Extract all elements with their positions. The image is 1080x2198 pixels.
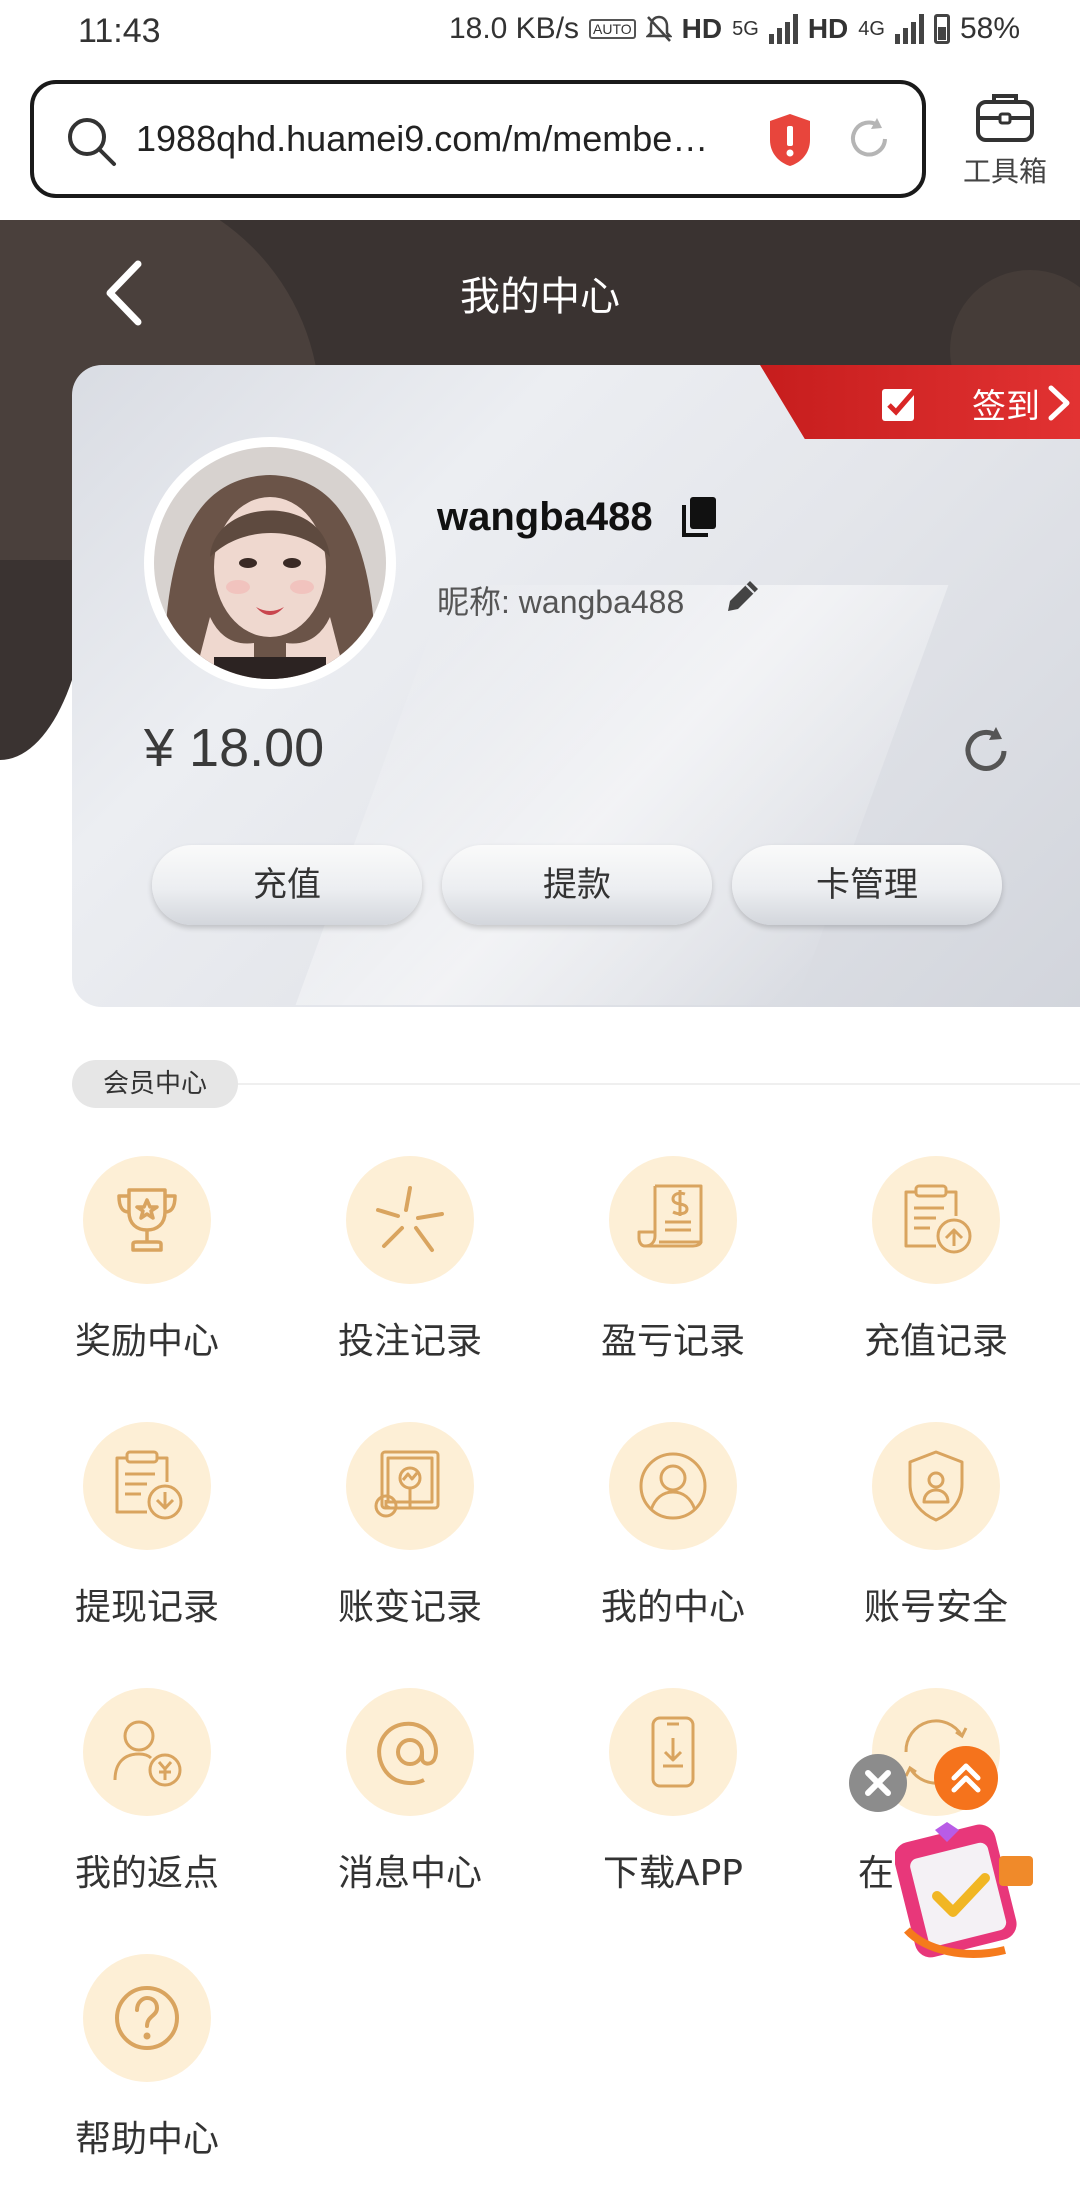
auto-hz-icon: AUTO bbox=[589, 19, 636, 39]
phone-download-icon bbox=[609, 1688, 737, 1816]
hd-badge-2: HD bbox=[807, 13, 849, 44]
url-text[interactable]: 1988qhd.huamei9.com/m/membe… bbox=[136, 118, 756, 160]
chevron-right-icon bbox=[1048, 385, 1070, 421]
close-float-button[interactable] bbox=[849, 1754, 907, 1812]
status-indicators: 18.0 KB/s AUTO HD 5G HD 4G 58% bbox=[449, 12, 1020, 46]
signin-promo-widget[interactable] bbox=[895, 1820, 1045, 1970]
toolbox-label: 工具箱 bbox=[962, 155, 1047, 188]
username: wangba488 bbox=[437, 495, 653, 539]
receipt-dollar-icon bbox=[609, 1156, 737, 1284]
status-time: 11:43 bbox=[78, 12, 161, 50]
grid-item-recharge-records[interactable]: 充值记录 bbox=[821, 1156, 1051, 1364]
grid-label: 我的返点 bbox=[74, 1853, 219, 1894]
avatar-image bbox=[154, 447, 386, 679]
page-title: 我的中心 bbox=[460, 274, 620, 320]
section-divider bbox=[238, 1083, 1080, 1085]
double-chevron-up-icon bbox=[951, 1763, 981, 1793]
balance-amount: ¥ 18.00 bbox=[144, 718, 325, 778]
question-circle-icon bbox=[83, 1954, 211, 2082]
signal-icon-2 bbox=[894, 14, 924, 44]
grid-label: 账变记录 bbox=[337, 1587, 482, 1628]
scroll-top-button[interactable] bbox=[934, 1746, 998, 1810]
status-bar: 11:43 18.0 KB/s AUTO HD 5G HD 4G 58% bbox=[0, 0, 1080, 66]
profile-card: 签到 wangba488 昵称: wangba488 ¥ 18.00 充值 提款… bbox=[72, 365, 1080, 1007]
grid-item-messages[interactable]: 消息中心 bbox=[295, 1688, 525, 1896]
refresh-icon[interactable] bbox=[960, 725, 1012, 777]
grid-label: 我的中心 bbox=[600, 1587, 745, 1628]
network-speed: 18.0 KB/s bbox=[448, 12, 580, 45]
network-4g: 4G bbox=[858, 17, 885, 40]
grid-label: 帮助中心 bbox=[74, 2119, 219, 2160]
grid-item-rewards[interactable]: 奖励中心 bbox=[32, 1156, 262, 1364]
grid-label: 账号安全 bbox=[863, 1587, 1008, 1628]
user-circle-icon bbox=[609, 1422, 737, 1550]
star-burst-icon bbox=[346, 1156, 474, 1284]
edit-pencil-icon[interactable] bbox=[724, 577, 762, 615]
grid-item-rebates[interactable]: 我的返点 bbox=[32, 1688, 262, 1896]
mute-bell-icon bbox=[645, 15, 672, 42]
grid-label: 奖励中心 bbox=[74, 1321, 219, 1362]
section-member-center: 会员中心 bbox=[72, 1060, 238, 1108]
signin-label: 签到 bbox=[972, 387, 1040, 427]
grid-label: 盈亏记录 bbox=[600, 1321, 745, 1362]
checkbox-icon bbox=[882, 387, 918, 421]
network-5g: 5G bbox=[732, 17, 759, 40]
signin-button[interactable]: 签到 bbox=[760, 365, 1080, 439]
clipboard-download-icon bbox=[83, 1422, 211, 1550]
battery-level: 58% bbox=[959, 12, 1020, 45]
toolbox-icon bbox=[976, 94, 1034, 142]
grid-item-withdraw-records[interactable]: 提现记录 bbox=[32, 1422, 262, 1630]
grid-item-my-center[interactable]: 我的中心 bbox=[558, 1422, 788, 1630]
withdraw-button[interactable]: 提款 bbox=[442, 845, 712, 925]
battery-icon bbox=[933, 14, 950, 44]
grid-item-account-changes[interactable]: 账变记录 bbox=[295, 1422, 525, 1630]
signal-icon-1 bbox=[768, 14, 798, 44]
security-warning-icon[interactable] bbox=[766, 112, 814, 168]
grid-item-profit-loss[interactable]: 盈亏记录 bbox=[558, 1156, 788, 1364]
copy-icon[interactable] bbox=[680, 495, 718, 539]
recharge-button[interactable]: 充值 bbox=[152, 845, 422, 925]
card-management-button[interactable]: 卡管理 bbox=[732, 845, 1002, 925]
close-icon bbox=[865, 1770, 891, 1796]
reload-icon[interactable] bbox=[844, 114, 894, 164]
nickname: 昵称: wangba488 bbox=[437, 584, 685, 620]
grid-item-bet-records[interactable]: 投注记录 bbox=[295, 1156, 525, 1364]
grid-label: 投注记录 bbox=[337, 1321, 482, 1362]
card-sheen bbox=[295, 585, 949, 1005]
avatar[interactable] bbox=[144, 437, 396, 689]
grid-label: 充值记录 bbox=[863, 1321, 1008, 1362]
page: 11:43 18.0 KB/s AUTO HD 5G HD 4G 58% 198… bbox=[0, 0, 1080, 2198]
grid-label: 提现记录 bbox=[74, 1587, 219, 1628]
grid-item-help-center[interactable]: 帮助中心 bbox=[32, 1954, 262, 2162]
hd-badge-1: HD bbox=[681, 13, 723, 44]
clipboard-upload-icon bbox=[872, 1156, 1000, 1284]
grid-item-account-security[interactable]: 账号安全 bbox=[821, 1422, 1051, 1630]
chart-search-icon bbox=[346, 1422, 474, 1550]
trophy-icon bbox=[83, 1156, 211, 1284]
search-icon bbox=[68, 118, 116, 166]
address-bar[interactable]: 1988qhd.huamei9.com/m/membe… bbox=[30, 80, 926, 198]
at-sign-icon bbox=[346, 1688, 474, 1816]
user-yen-icon bbox=[83, 1688, 211, 1816]
shield-user-icon bbox=[872, 1422, 1000, 1550]
toolbox-button[interactable]: 工具箱 bbox=[950, 90, 1060, 190]
grid-label: 消息中心 bbox=[337, 1853, 482, 1894]
